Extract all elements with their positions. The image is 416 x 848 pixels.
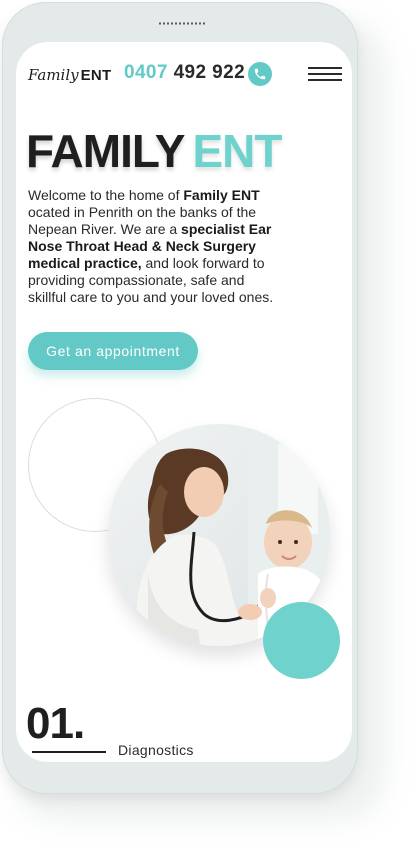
service-step-label[interactable]: Diagnostics	[118, 742, 194, 758]
site-logo[interactable]: Family ENT	[28, 66, 112, 86]
phone-rest: 492 922	[173, 62, 246, 83]
hero-title-dark: FAMILY	[26, 125, 185, 177]
intro-paragraph: Welcome to the home of Family ENT ocated…	[28, 187, 280, 307]
hamburger-menu-icon[interactable]	[308, 67, 342, 83]
phone-icon	[254, 68, 266, 80]
phone-prefix: 0407	[124, 62, 168, 83]
speaker-grille	[158, 22, 206, 25]
get-appointment-button[interactable]: Get an appointment	[28, 332, 198, 370]
logo-script-text: Family	[28, 66, 79, 84]
phone-number-link[interactable]: 0407 492 922	[124, 62, 245, 84]
hero-title-accent: ENT	[192, 125, 282, 177]
screen: Family ENT 0407 492 922 FAMILY ENT Welcom…	[16, 42, 352, 762]
hero-title: FAMILY ENT	[26, 125, 282, 177]
intro-text-1: Welcome to the home of	[28, 187, 184, 203]
service-step-number: 01.	[26, 699, 85, 748]
intro-bold-1: Family ENT	[183, 187, 260, 203]
logo-bold-text: ENT	[80, 67, 112, 84]
decorative-accent-circle	[263, 602, 340, 679]
phone-frame: Family ENT 0407 492 922 FAMILY ENT Welcom…	[2, 2, 358, 794]
call-button[interactable]	[248, 62, 272, 86]
step-underline	[32, 751, 106, 753]
